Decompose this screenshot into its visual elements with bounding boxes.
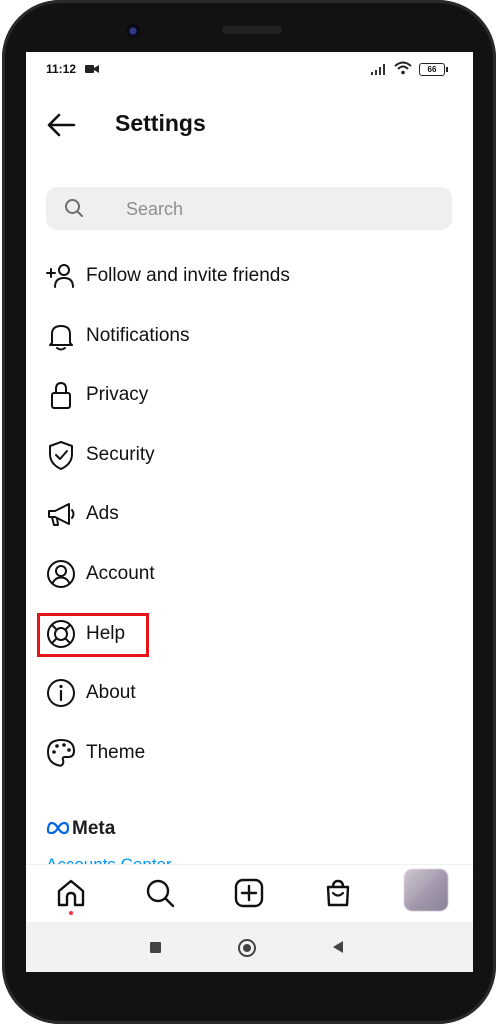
battery-indicator: 66 xyxy=(419,63,448,76)
menu-item-label: About xyxy=(86,682,136,704)
phone-frame: 11:12 66 Settings Search Follow and invi… xyxy=(2,0,496,1024)
earpiece xyxy=(222,26,282,34)
profile-avatar[interactable] xyxy=(404,869,448,911)
info-icon xyxy=(47,679,75,708)
menu-item-follow-invite[interactable]: Follow and invite friends xyxy=(26,245,473,305)
home-icon[interactable] xyxy=(55,877,87,909)
meta-brand: Meta xyxy=(72,818,116,839)
status-time: 11:12 xyxy=(46,62,77,76)
system-back-button[interactable] xyxy=(333,941,343,953)
menu-item-label: Ads xyxy=(86,503,119,525)
menu-item-privacy[interactable]: Privacy xyxy=(26,364,473,424)
megaphone-icon xyxy=(48,503,75,527)
lock-icon xyxy=(51,382,71,410)
signal-icon xyxy=(371,64,385,75)
search-placeholder: Search xyxy=(126,199,184,219)
screen: 11:12 66 Settings Search Follow and invi… xyxy=(26,52,473,972)
create-post-icon[interactable] xyxy=(233,877,265,909)
menu-item-security[interactable]: Security xyxy=(26,424,473,484)
menu-item-notifications[interactable]: Notifications xyxy=(26,305,473,365)
wifi-icon xyxy=(394,61,412,75)
search-icon xyxy=(65,199,83,217)
meta-logo-icon xyxy=(46,821,70,835)
page-title: Settings xyxy=(115,110,206,136)
recents-button[interactable] xyxy=(150,942,161,953)
back-arrow-icon[interactable] xyxy=(44,108,78,142)
palette-icon xyxy=(47,738,75,767)
settings-menu: Follow and invite friends Notifications … xyxy=(26,245,473,781)
system-nav-bar xyxy=(26,922,473,972)
account-circle-icon xyxy=(47,559,75,588)
shield-check-icon xyxy=(49,440,73,470)
add-person-icon xyxy=(46,264,74,288)
menu-item-ads[interactable]: Ads xyxy=(26,483,473,543)
video-camera-icon xyxy=(85,65,99,73)
shopping-bag-icon[interactable] xyxy=(322,877,354,909)
search-input[interactable]: Search xyxy=(46,187,452,230)
menu-item-label: Security xyxy=(86,443,155,465)
notification-dot xyxy=(69,911,73,915)
menu-item-label: Notifications xyxy=(86,324,190,346)
home-button[interactable] xyxy=(238,939,256,957)
menu-item-label: Theme xyxy=(86,741,146,763)
bottom-tab-bar xyxy=(26,864,473,923)
search-tab-icon[interactable] xyxy=(144,877,176,909)
menu-item-account[interactable]: Account xyxy=(26,543,473,603)
front-camera xyxy=(126,24,140,38)
menu-item-label: Account xyxy=(86,562,155,584)
help-highlight-box xyxy=(37,613,149,657)
header: Settings xyxy=(26,102,473,146)
menu-item-about[interactable]: About xyxy=(26,662,473,722)
menu-item-theme[interactable]: Theme xyxy=(26,722,473,782)
menu-item-label: Follow and invite friends xyxy=(86,265,290,286)
status-bar: 11:12 66 xyxy=(26,52,473,86)
bell-icon xyxy=(49,324,73,351)
menu-item-label: Privacy xyxy=(86,384,149,406)
accounts-center-link[interactable]: Accounts Center xyxy=(46,855,172,864)
